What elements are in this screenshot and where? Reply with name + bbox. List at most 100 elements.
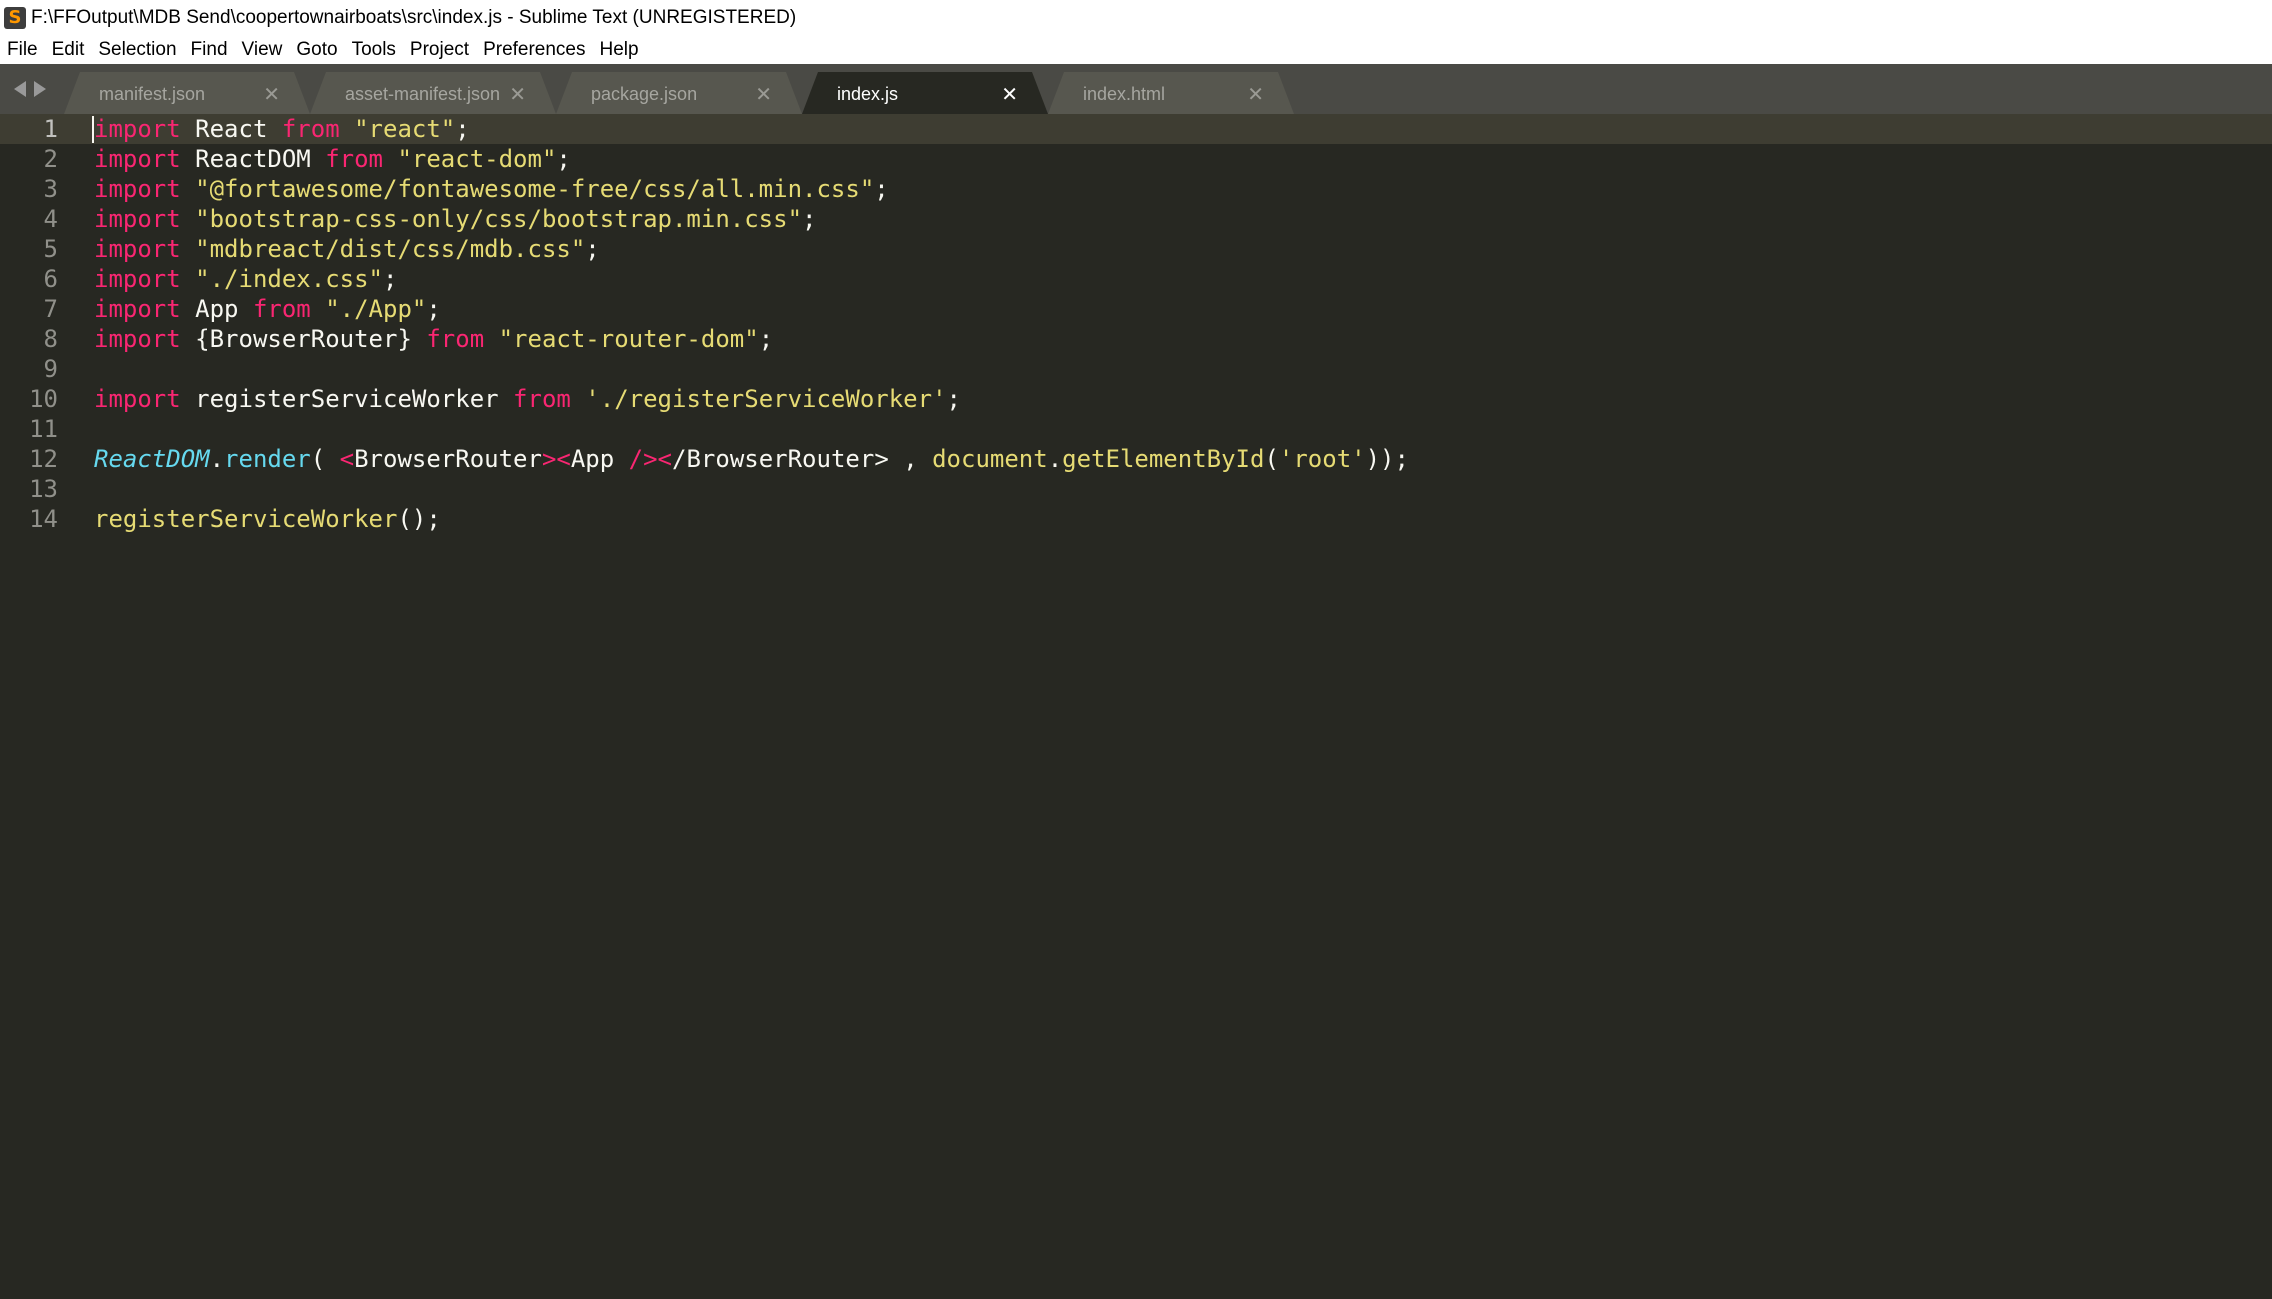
code-line[interactable]: 9 — [0, 354, 2272, 384]
code-token: from — [513, 385, 571, 413]
tab-manifest-json[interactable]: manifest.json ✕ — [64, 72, 310, 114]
code-text: import ReactDOM from "react-dom"; — [94, 144, 571, 174]
code-text: import "bootstrap-css-only/css/bootstrap… — [94, 204, 816, 234]
code-token: ; — [802, 205, 817, 233]
code-token: ; — [556, 145, 571, 173]
close-icon[interactable]: ✕ — [509, 82, 526, 106]
tab-package-json[interactable]: package.json ✕ — [556, 72, 802, 114]
code-line[interactable]: 3 import "@fortawesome/fontawesome-free/c… — [0, 174, 2272, 204]
code-line[interactable]: 8 import {BrowserRouter} from "react-rout… — [0, 324, 2272, 354]
code-line[interactable]: 14 registerServiceWorker(); — [0, 504, 2272, 534]
menu-edit[interactable]: Edit — [45, 39, 92, 61]
menu-file[interactable]: File — [0, 39, 45, 61]
code-line[interactable]: 7 import App from "./App"; — [0, 294, 2272, 324]
menu-goto[interactable]: Goto — [289, 39, 344, 61]
code-line[interactable]: 10 import registerServiceWorker from './r… — [0, 384, 2272, 414]
line-number: 11 — [29, 415, 58, 443]
code-token: ; — [946, 385, 961, 413]
tab-scroll-left-icon[interactable] — [14, 81, 26, 97]
text-cursor — [92, 116, 94, 143]
tab-bar: manifest.json ✕ asset-manifest.json ✕ pa… — [0, 64, 2272, 114]
tab-index-js[interactable]: index.js ✕ — [802, 72, 1048, 114]
code-token: "react" — [354, 115, 456, 143]
code-token: React — [180, 115, 282, 143]
menu-preferences[interactable]: Preferences — [476, 39, 592, 61]
code-token: import — [94, 115, 181, 143]
code-line[interactable]: 6 import "./index.css"; — [0, 264, 2272, 294]
code-token: /BrowserRouter — [672, 445, 875, 473]
code-token: ; — [874, 175, 889, 203]
code-token: import — [94, 205, 181, 233]
line-number: 7 — [43, 295, 58, 323]
code-token: )); — [1365, 445, 1409, 473]
code-token: ; — [585, 235, 600, 263]
code-token: "@fortawesome/fontawesome-free/css/all.m… — [195, 175, 875, 203]
code-line[interactable]: 1 import React from "react"; — [0, 114, 2272, 144]
menu-bar: File Edit Selection Find View Goto Tools… — [0, 35, 2272, 64]
close-icon[interactable]: ✕ — [263, 82, 280, 106]
code-token: < — [339, 445, 355, 473]
code-token: . — [1047, 445, 1063, 473]
code-token: "react-dom" — [397, 145, 557, 173]
code-token: ; — [426, 295, 441, 323]
code-token: from — [281, 115, 340, 143]
code-token: ReactDOM — [180, 145, 326, 173]
code-token: document — [932, 445, 1048, 473]
code-text: registerServiceWorker(); — [94, 504, 441, 534]
code-token: "react-router-dom" — [498, 325, 759, 353]
line-number: 2 — [43, 145, 58, 173]
close-icon[interactable]: ✕ — [755, 82, 772, 106]
line-number: 9 — [43, 355, 58, 383]
code-token: import — [94, 145, 181, 173]
code-text: import "@fortawesome/fontawesome-free/cs… — [94, 174, 889, 204]
code-line[interactable]: 5 import "mdbreact/dist/css/mdb.css"; — [0, 234, 2272, 264]
tab-asset-manifest-json[interactable]: asset-manifest.json ✕ — [310, 72, 556, 114]
menu-selection[interactable]: Selection — [91, 39, 183, 61]
code-token: render — [224, 445, 311, 473]
code-token: import — [94, 265, 181, 293]
code-token: ( — [310, 445, 340, 473]
code-line[interactable]: 13 — [0, 474, 2272, 504]
code-token: {BrowserRouter} — [180, 325, 427, 353]
code-token: 'root' — [1278, 445, 1366, 473]
code-token: from — [252, 295, 311, 323]
code-line[interactable]: 2 import ReactDOM from "react-dom"; — [0, 144, 2272, 174]
code-text: import "./index.css"; — [94, 264, 397, 294]
line-number: 8 — [43, 325, 58, 353]
menu-help[interactable]: Help — [593, 39, 646, 61]
code-line[interactable]: 12 ReactDOM.render( <BrowserRouter><App /… — [0, 444, 2272, 474]
line-number: 1 — [43, 115, 58, 143]
close-icon[interactable]: ✕ — [1247, 82, 1264, 106]
code-token: />< — [628, 445, 673, 473]
close-icon[interactable]: ✕ — [1001, 82, 1018, 106]
menu-view[interactable]: View — [235, 39, 290, 61]
tab-label: manifest.json — [99, 84, 206, 104]
menu-find[interactable]: Find — [184, 39, 235, 61]
code-token: import — [94, 175, 181, 203]
tab-navigation — [14, 81, 46, 97]
tab-index-html[interactable]: index.html ✕ — [1048, 72, 1294, 114]
code-editor[interactable]: 1 import React from "react"; 2 import React… — [0, 114, 2272, 1299]
tab-label: index.js — [837, 84, 899, 104]
line-number: 13 — [29, 475, 58, 503]
line-number: 14 — [29, 505, 58, 533]
code-line[interactable]: 4 import "bootstrap-css-only/css/bootstra… — [0, 204, 2272, 234]
tab-label: index.html — [1083, 84, 1166, 104]
code-text: import App from "./App"; — [94, 294, 441, 324]
code-token: from — [325, 145, 383, 173]
menu-tools[interactable]: Tools — [345, 39, 403, 61]
menu-project[interactable]: Project — [403, 39, 476, 61]
tab-label: asset-manifest.json — [345, 84, 501, 104]
code-token: "mdbreact/dist/css/mdb.css" — [195, 235, 586, 263]
code-line[interactable]: 11 — [0, 414, 2272, 444]
code-text: import "mdbreact/dist/css/mdb.css"; — [94, 234, 600, 264]
sublime-text-logo-icon: S — [4, 6, 26, 29]
code-token: > , — [874, 445, 933, 473]
tab-scroll-right-icon[interactable] — [34, 81, 46, 97]
code-token: ; — [383, 265, 398, 293]
tab-label: package.json — [591, 84, 698, 104]
